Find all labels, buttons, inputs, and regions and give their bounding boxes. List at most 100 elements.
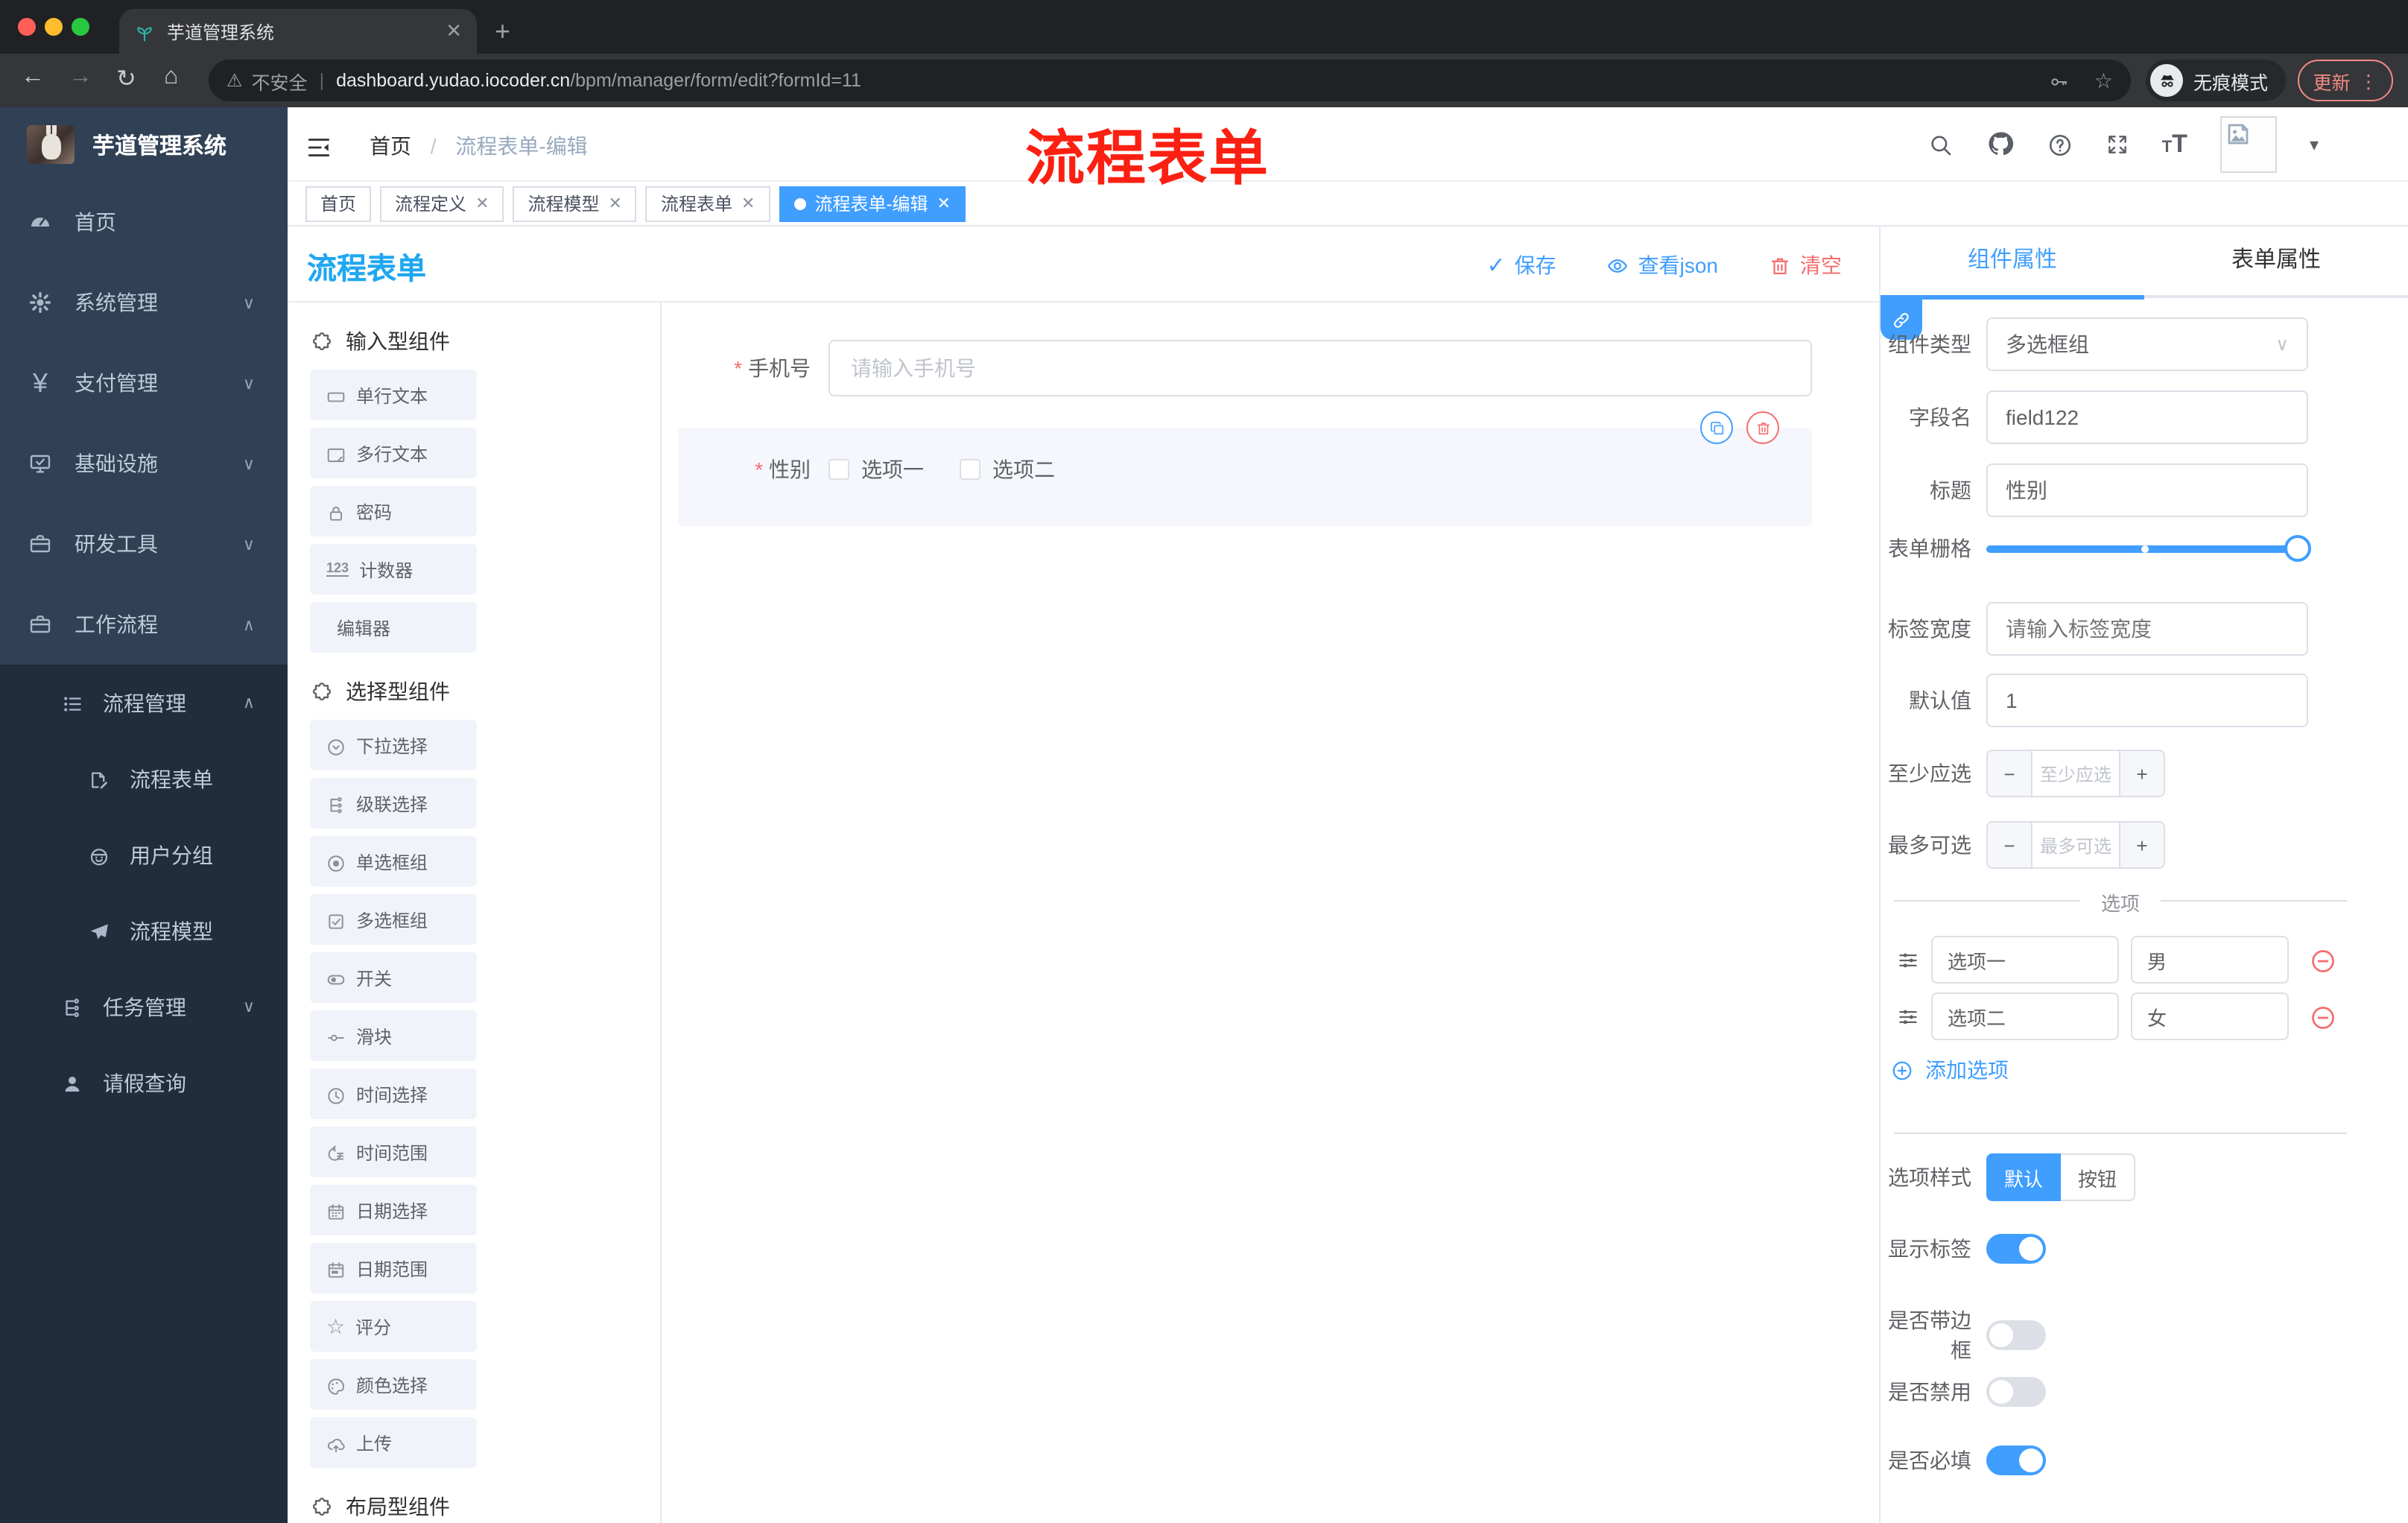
component-card-radio-group[interactable]: 单选框组 [310,836,477,887]
component-card-single-line-text[interactable]: 单行文本 [310,370,477,420]
browser-update-button[interactable]: 更新 ⋮ [2298,60,2393,101]
component-type-select[interactable]: 多选框组 ∨ [1986,317,2308,371]
component-card-select[interactable]: 下拉选择 [310,720,477,770]
remove-option-icon[interactable] [2310,944,2336,975]
component-card-password[interactable]: 密码 [310,486,477,536]
tag-process-form-edit[interactable]: 流程表单-编辑 ✕ [779,186,966,221]
style-button-button[interactable]: 按钮 [2061,1153,2135,1201]
increment-button[interactable]: + [2119,823,2164,867]
option-value-input[interactable] [2131,992,2289,1040]
url-bar[interactable]: ⚠ 不安全 | dashboard.yudao.iocoder.cn/bpm/m… [209,60,2131,101]
sidebar-logo[interactable]: 芋道管理系统 [0,107,288,182]
delete-component-button[interactable] [1746,411,1779,444]
breadcrumb-home[interactable]: 首页 [370,134,411,158]
style-default-button[interactable]: 默认 [1986,1153,2061,1201]
security-label[interactable]: 不安全 [252,66,308,95]
canvas-field-gender-selected[interactable]: 性别 选项一 选项二 [678,411,1812,526]
tag-close-icon[interactable]: ✕ [609,194,622,213]
option-value-input[interactable] [2131,936,2289,984]
tag-close-icon[interactable]: ✕ [475,194,489,213]
traffic-minimize-button[interactable] [45,18,63,36]
sidebar-item-infra[interactable]: 基础设施 ∨ [0,423,288,504]
label-width-input[interactable] [1986,602,2308,656]
component-card-checkbox-group[interactable]: 多选框组 [310,894,477,945]
reload-icon[interactable]: ↻ [116,64,136,94]
traffic-zoom-button[interactable] [72,18,89,36]
tag-close-icon[interactable]: ✕ [741,194,755,213]
max-select-value[interactable]: 最多可选 [2032,823,2119,867]
font-size-icon[interactable]: TT [2162,130,2187,159]
fullscreen-icon[interactable] [2106,131,2129,158]
component-card-rate[interactable]: ☆ 评分 [310,1301,477,1352]
with-border-toggle[interactable] [1986,1320,2046,1350]
view-json-button[interactable]: 查看json [1607,250,1718,279]
phone-input[interactable]: 请输入手机号 [828,340,1812,396]
gender-option-2[interactable]: 选项二 [960,455,1055,484]
min-select-value[interactable]: 至少应选 [2032,751,2119,796]
drag-handle-icon[interactable] [1897,1004,1919,1029]
option-label-input[interactable] [1931,992,2119,1040]
tag-process-model[interactable]: 流程模型 ✕ [513,186,637,221]
sidebar-item-devtools[interactable]: 研发工具 ∨ [0,504,288,584]
component-card-switch[interactable]: 开关 [310,952,477,1003]
avatar[interactable] [2220,116,2277,173]
sidebar-collapse-icon[interactable] [305,131,332,162]
new-tab-button[interactable]: + [495,12,510,51]
sidebar-item-home[interactable]: 首页 [0,182,288,262]
search-icon[interactable] [1928,130,1954,159]
home-icon[interactable]: ⌂ [164,64,178,91]
sidebar-item-process-management[interactable]: 流程管理 ∧ [0,665,288,741]
forward-icon[interactable]: → [69,64,92,91]
tag-home[interactable]: 首页 [305,186,372,221]
component-card-time-range[interactable]: 时间范围 [310,1127,477,1177]
tag-close-icon[interactable]: ✕ [937,194,950,213]
increment-button[interactable]: + [2119,751,2164,796]
tab-component-props[interactable]: 组件属性 [1881,227,2144,295]
tab-close-icon[interactable]: ✕ [446,19,462,43]
component-card-counter[interactable]: 123 计数器 [310,544,477,595]
component-card-time-picker[interactable]: 时间选择 [310,1068,477,1119]
show-label-toggle[interactable] [1986,1234,2046,1264]
tab-form-props[interactable]: 表单属性 [2144,227,2408,295]
traffic-close-button[interactable] [18,18,36,36]
form-canvas[interactable]: 手机号 请输入手机号 性别 选项一 选项二 [662,303,1879,1523]
sidebar-item-process-form[interactable]: 流程表单 [0,741,288,817]
avatar-caret-icon[interactable]: ▾ [2310,134,2319,155]
duplicate-component-button[interactable] [1700,411,1733,444]
component-card-color-picker[interactable]: 颜色选择 [310,1359,477,1410]
sidebar-item-payment[interactable]: ¥ 支付管理 ∨ [0,343,288,423]
component-card-date-picker[interactable]: 日期选择 [310,1185,477,1235]
decrement-button[interactable]: − [1988,823,2032,867]
title-input[interactable] [1986,463,2308,517]
option-label-input[interactable] [1931,936,2119,984]
github-icon[interactable] [1986,128,2015,161]
disabled-toggle[interactable] [1986,1377,2046,1407]
sidebar-item-leave-query[interactable]: 请假查询 [0,1045,288,1121]
password-key-icon[interactable] [2050,68,2070,93]
component-card-slider[interactable]: 滑块 [310,1010,477,1061]
save-button[interactable]: ✓ 保存 [1486,250,1556,279]
browser-tab[interactable]: 芋道管理系统 ✕ [119,9,477,54]
sidebar-item-task-management[interactable]: 任务管理 ∨ [0,969,288,1045]
component-card-cascader[interactable]: 级联选择 [310,778,477,829]
component-card-upload[interactable]: 上传 [310,1417,477,1468]
drag-handle-icon[interactable] [1897,947,1919,972]
tag-process-form[interactable]: 流程表单 ✕ [645,186,770,221]
clear-button[interactable]: 清空 [1769,250,1842,279]
gender-option-1[interactable]: 选项一 [828,455,924,484]
remove-option-icon[interactable] [2310,1001,2336,1032]
required-toggle[interactable] [1986,1446,2046,1475]
tag-process-definition[interactable]: 流程定义 ✕ [380,186,504,221]
checkbox-icon[interactable] [828,459,849,480]
component-card-rich-editor[interactable]: 编辑器 [310,602,477,653]
component-card-date-range[interactable]: 日期范围 [310,1243,477,1294]
slider-handle[interactable] [2284,535,2311,562]
sidebar-item-process-model[interactable]: 流程模型 [0,893,288,969]
help-icon[interactable] [2047,130,2073,159]
sidebar-item-system[interactable]: 系统管理 ∨ [0,262,288,343]
browser-menu-dots-icon[interactable]: ⋮ [2360,69,2378,92]
checkbox-icon[interactable] [960,459,980,480]
canvas-field-phone[interactable]: 手机号 请输入手机号 [678,322,1812,414]
form-grid-slider[interactable] [1986,533,2311,563]
sidebar-item-user-group[interactable]: 用户分组 [0,817,288,893]
